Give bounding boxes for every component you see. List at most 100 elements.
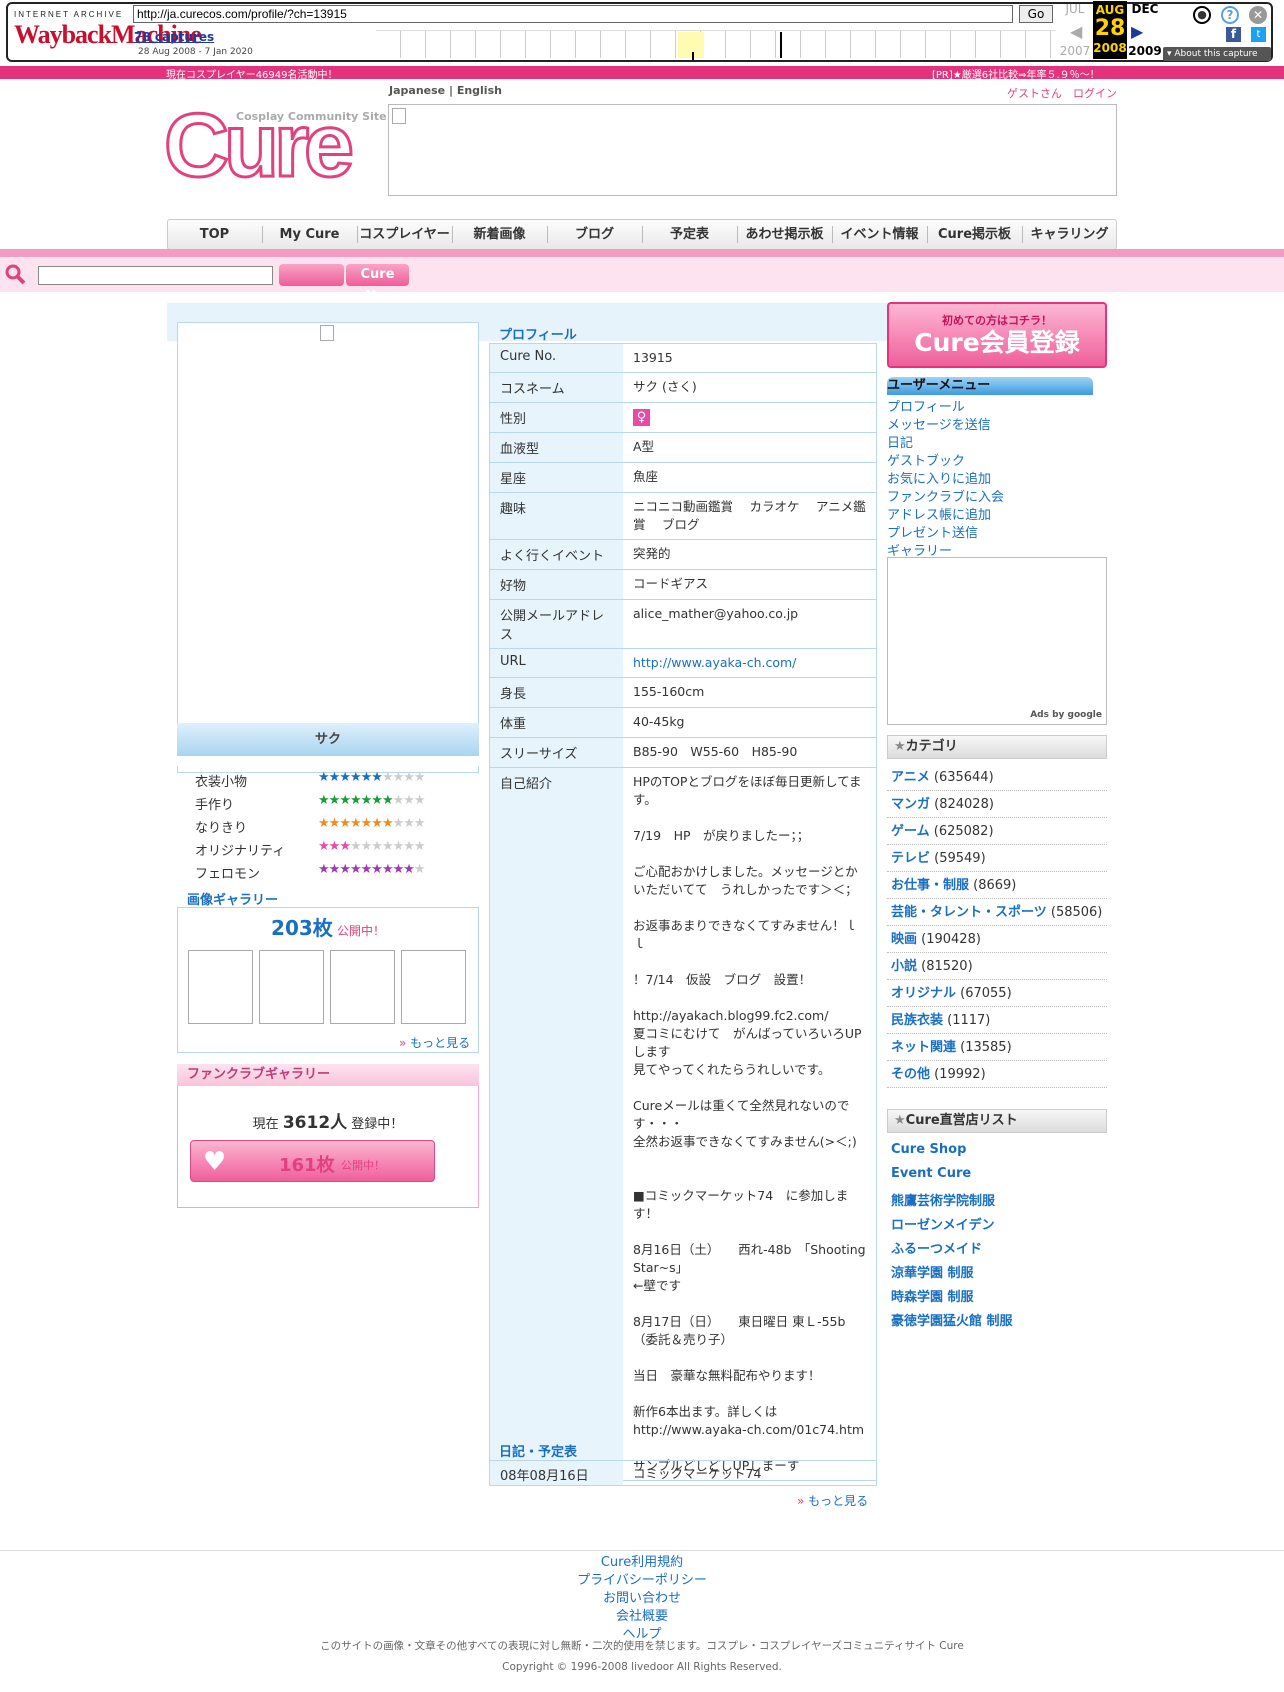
nav-item-5[interactable]: 予定表 xyxy=(642,219,737,250)
gallery-more-label: もっと見る xyxy=(410,1036,471,1050)
wayback-next-year[interactable]: 2009 xyxy=(1127,44,1163,58)
broken-image-icon xyxy=(320,325,334,341)
site-logo[interactable]: Cure xyxy=(162,97,355,196)
footer-link[interactable]: プライバシーポリシー xyxy=(0,1569,1284,1588)
wayback-next-arrow-icon[interactable]: ▶ xyxy=(1131,22,1143,41)
wayback-prev-year[interactable]: 2007 xyxy=(1057,44,1093,58)
ad-banner[interactable] xyxy=(388,104,1117,196)
star-icon: ★ xyxy=(360,793,373,808)
star-icon: ★ xyxy=(371,770,383,785)
category-link[interactable]: お仕事・制服 xyxy=(891,878,969,893)
star-icon: ★ xyxy=(392,793,405,808)
search-input[interactable] xyxy=(38,266,273,285)
wayback-captures-link[interactable]: 78 captures xyxy=(134,30,214,44)
pr-link[interactable]: [PR]★厳選6社比較⇒年率５.９％～！ xyxy=(932,66,1100,81)
footer-link[interactable]: Cure利用規約 xyxy=(0,1551,1284,1570)
login-link[interactable]: ログイン xyxy=(1073,87,1117,100)
footer-link[interactable]: お問い合わせ xyxy=(0,1587,1284,1606)
facebook-icon[interactable]: f xyxy=(1226,27,1241,42)
wayback-timeline[interactable] xyxy=(376,30,1056,58)
profile-row-value: 40-45kg xyxy=(633,714,685,729)
shop-link[interactable]: Event Cure xyxy=(891,1166,971,1181)
nav-item-4[interactable]: ブログ xyxy=(547,219,642,250)
user-menu-item[interactable]: アドレス帳に追加 xyxy=(887,504,991,523)
user-menu-item[interactable]: プレゼント送信 xyxy=(887,522,978,541)
star-icon: ★ xyxy=(894,1113,906,1128)
user-menu-item[interactable]: プロフィール xyxy=(887,396,965,415)
profile-url-link[interactable]: http://www.ayaka-ch.com/ xyxy=(623,649,876,677)
shop-link[interactable]: ローゼンメイデン xyxy=(891,1214,995,1233)
user-menu-item[interactable]: お気に入りに追加 xyxy=(887,468,991,487)
profile-photo xyxy=(177,322,479,724)
category-link[interactable]: ゲーム xyxy=(891,824,930,839)
category-link[interactable]: マンガ xyxy=(891,797,930,812)
nav-item-9[interactable]: キャラリング xyxy=(1022,219,1117,250)
register-banner[interactable]: 初めての方はコチラ！ Cure会員登録 xyxy=(887,302,1107,368)
category-link[interactable]: 映画 xyxy=(891,932,917,947)
lang-english[interactable]: English xyxy=(457,84,502,97)
gallery-thumb[interactable] xyxy=(330,950,395,1024)
gallery-more-link[interactable]: » もっと見る xyxy=(399,1034,470,1051)
profile-row: スリーサイズ B85-90 W55-60 H85-90 xyxy=(490,738,876,768)
nav-item-7[interactable]: イベント情報 xyxy=(832,219,927,250)
help-icon[interactable]: ? xyxy=(1221,6,1239,24)
wayback-about-capture[interactable]: ▾ About this capture xyxy=(1163,47,1271,61)
category-link[interactable]: オリジナル xyxy=(891,986,956,1001)
twitter-icon[interactable]: t xyxy=(1251,27,1266,42)
nav-item-0[interactable]: TOP xyxy=(167,219,262,250)
wayback-url-input[interactable]: http://ja.curecos.com/profile/?ch=13915 xyxy=(133,5,1013,23)
shop-link[interactable]: ふるーつメイド xyxy=(891,1238,982,1257)
category-link[interactable]: その他 xyxy=(891,1067,930,1082)
category-link[interactable]: テレビ xyxy=(891,851,930,866)
shop-link[interactable]: 熊鷹芸術学院制服 xyxy=(891,1190,995,1209)
shop-link[interactable]: 豪徳学園猛火館 制服 xyxy=(891,1310,1013,1329)
diary-more-link[interactable]: » もっと見る xyxy=(797,1492,868,1509)
nav-item-3[interactable]: 新着画像 xyxy=(452,219,547,250)
fanclub-gallery-button[interactable]: ♥ 161枚 公開中！ xyxy=(190,1140,435,1182)
nav-item-2[interactable]: コスプレイヤー xyxy=(357,219,452,250)
star-icon: ★ xyxy=(328,839,341,854)
profile-row: 性別 ♀ xyxy=(490,403,876,433)
user-icon[interactable]: ● xyxy=(1193,6,1211,24)
user-menu-item[interactable]: メッセージを送信 xyxy=(887,414,991,433)
nav-item-8[interactable]: Cure掲示板 xyxy=(927,219,1022,250)
gallery-thumb[interactable] xyxy=(401,950,466,1024)
cure-no-search-button[interactable]: Cure No. xyxy=(346,264,409,304)
nav-separator xyxy=(1022,226,1023,243)
category-link[interactable]: 民族衣装 xyxy=(891,1013,943,1028)
nav-item-1[interactable]: My Cure xyxy=(262,219,357,250)
search-button[interactable] xyxy=(279,264,344,286)
footer-link[interactable]: 会社概要 xyxy=(0,1605,1284,1624)
user-menu-item[interactable]: 日記 xyxy=(887,432,913,451)
star-icon: ★ xyxy=(318,862,330,877)
user-menu-item[interactable]: ゲストブック xyxy=(887,450,965,469)
wayback-prev-month[interactable]: JUL xyxy=(1057,2,1093,16)
category-link[interactable]: 小説 xyxy=(891,959,917,974)
profile-row: コスネーム サク (さく) xyxy=(490,373,876,403)
footer-copyright: Copyright © 1996-2008 livedoor All Right… xyxy=(502,1661,782,1673)
category-link[interactable]: 芸能・タレント・スポーツ xyxy=(891,905,1047,920)
profile-row: 星座 魚座 xyxy=(490,463,876,493)
category-link[interactable]: アニメ xyxy=(891,770,930,785)
gallery-thumb[interactable] xyxy=(188,950,253,1024)
wayback-go-button[interactable]: Go xyxy=(1019,5,1053,23)
close-icon[interactable]: ✕ xyxy=(1249,6,1267,24)
wayback-next-month[interactable]: DEC xyxy=(1127,2,1163,16)
user-menu-item[interactable]: ファンクラブに入会 xyxy=(887,486,1004,505)
shop-link[interactable]: Cure Shop xyxy=(891,1142,966,1157)
google-ads-box[interactable]: Ads by google xyxy=(887,557,1107,725)
profile-row-value: 13915 xyxy=(633,350,673,365)
star-icon: ★ xyxy=(339,816,351,831)
diary-entry-link[interactable]: コミックマーケット74 xyxy=(623,1461,876,1485)
gallery-thumb[interactable] xyxy=(259,950,324,1024)
fanclub-prefix: 現在 xyxy=(252,1117,279,1132)
star-icon: ★ xyxy=(371,793,383,808)
wayback-about-label: About this capture xyxy=(1174,49,1258,59)
lang-japanese[interactable]: Japanese xyxy=(389,84,445,97)
wayback-prev-arrow-icon[interactable]: ◀ xyxy=(1070,22,1082,41)
shop-link[interactable]: 時森学園 制服 xyxy=(891,1286,974,1305)
nav-item-6[interactable]: あわせ掲示板 xyxy=(737,219,832,250)
category-link[interactable]: ネット関連 xyxy=(891,1040,956,1055)
shop-link[interactable]: 涼華学園 制服 xyxy=(891,1262,974,1281)
heart-icon: ♥ xyxy=(203,1147,227,1177)
